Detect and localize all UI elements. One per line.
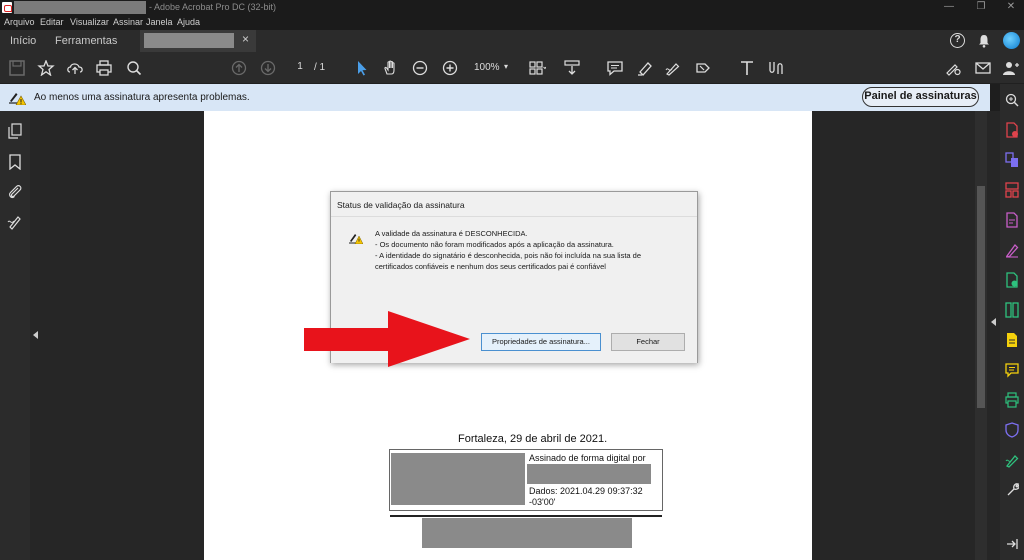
minimize-button[interactable]: — xyxy=(934,0,964,15)
sign-icon[interactable] xyxy=(664,60,682,76)
signatures-panel-icon[interactable] xyxy=(7,214,23,230)
hand-icon[interactable] xyxy=(382,60,400,76)
collapse-rail-icon[interactable] xyxy=(1005,536,1019,552)
bell-icon[interactable] xyxy=(977,34,991,48)
window-title: - Adobe Acrobat Pro DC (32-bit) xyxy=(149,2,277,12)
scrollbar-thumb[interactable] xyxy=(977,186,985,408)
close-button[interactable]: Fechar xyxy=(611,333,685,351)
menu-assinar[interactable]: Assinar xyxy=(113,17,143,27)
signature-notice-bar: Ao menos uma assinatura apresenta proble… xyxy=(0,84,990,111)
redacted-filename xyxy=(14,1,146,14)
menu-janela[interactable]: Janela xyxy=(146,17,173,27)
acrobat-logo-icon xyxy=(2,2,12,13)
signature-properties-button[interactable]: Propriedades de assinatura... xyxy=(481,333,601,351)
comment-icon[interactable] xyxy=(606,60,624,76)
left-sidebar xyxy=(0,111,30,560)
redacted-doc-name xyxy=(144,33,234,48)
menu-ajuda[interactable]: Ajuda xyxy=(177,17,200,27)
chevron-left-icon xyxy=(991,318,996,326)
signature-title: Assinado de forma digital por xyxy=(529,453,646,463)
certificates-icon[interactable] xyxy=(1005,452,1019,468)
certificate-line: certificados confiáveis e nenhum dos seu… xyxy=(375,262,606,271)
validity-line: A validade da assinatura é DESCONHECIDA. xyxy=(375,229,528,238)
page-total: / 1 xyxy=(314,62,326,73)
zoom-in-icon[interactable] xyxy=(441,60,459,76)
close-tab-icon[interactable]: × xyxy=(242,32,249,46)
signature-warning-icon xyxy=(349,234,363,244)
mail-icon[interactable] xyxy=(974,60,992,76)
tab-tools[interactable]: Ferramentas xyxy=(55,35,117,47)
viewport-margin-right xyxy=(812,111,975,560)
select-cursor-icon[interactable] xyxy=(352,60,370,76)
viewport-margin-left xyxy=(42,111,204,560)
zoom-search-icon[interactable] xyxy=(1005,92,1019,108)
link-sign-icon[interactable] xyxy=(944,60,962,76)
next-page-icon[interactable] xyxy=(259,60,277,76)
close-window-button[interactable]: ✕ xyxy=(996,0,1024,15)
redacted-signer-name xyxy=(527,464,651,484)
zoom-out-icon[interactable] xyxy=(411,60,429,76)
signature-warning-icon xyxy=(9,93,26,105)
add-user-icon[interactable] xyxy=(1002,60,1020,76)
menu-bar: Arquivo Editar Visualizar Assinar Janela… xyxy=(0,15,1024,30)
signature-rule xyxy=(390,515,662,517)
scan-ocr-icon[interactable] xyxy=(1005,272,1019,288)
notice-text: Ao menos uma assinatura apresenta proble… xyxy=(34,92,250,103)
page-thumbnails-icon[interactable] xyxy=(7,123,23,139)
bookmark-icon[interactable] xyxy=(7,154,23,170)
cloud-upload-icon[interactable] xyxy=(66,60,84,76)
comment-tool-icon[interactable] xyxy=(1005,362,1019,378)
compare-files-icon[interactable] xyxy=(1005,302,1019,318)
zoom-level: 100% xyxy=(474,62,500,73)
zoom-level-select[interactable]: 100% ▾ xyxy=(468,62,516,76)
attachment-icon[interactable] xyxy=(7,184,23,200)
signature-date: Dados: 2021.04.29 09:37:32 -03'00' xyxy=(529,486,643,507)
create-pdf-icon[interactable] xyxy=(1005,122,1019,138)
menu-arquivo[interactable]: Arquivo xyxy=(4,17,35,27)
export-pdf-icon[interactable] xyxy=(1005,212,1019,228)
menu-editar[interactable]: Editar xyxy=(40,17,64,27)
protect-icon[interactable] xyxy=(1005,422,1019,438)
organize-pages-icon[interactable] xyxy=(1005,182,1019,198)
signature-panel-button[interactable]: Painel de assinaturas xyxy=(862,87,979,107)
more-tools-icon[interactable] xyxy=(1005,482,1019,498)
redacted-signature-image xyxy=(391,453,525,505)
save-icon[interactable] xyxy=(8,60,26,76)
fill-forms-icon[interactable] xyxy=(1005,332,1019,348)
add-text-icon[interactable] xyxy=(738,60,756,76)
tab-home[interactable]: Início xyxy=(10,35,36,47)
print-production-icon[interactable] xyxy=(1005,392,1019,408)
find-icon[interactable] xyxy=(125,60,143,76)
right-panel-toggle[interactable] xyxy=(987,111,1000,560)
scroll-mode-icon[interactable] xyxy=(563,60,581,76)
stamp-icon[interactable] xyxy=(767,60,785,76)
identity-line: - A identidade do signatário é desconhec… xyxy=(375,251,642,260)
tab-bar: Início Ferramentas × xyxy=(0,30,1024,52)
title-bar: - Adobe Acrobat Pro DC (32-bit) — ❐ ✕ xyxy=(0,0,1024,15)
tab-document[interactable]: × xyxy=(140,30,256,52)
redacted-signer-block xyxy=(422,518,632,548)
print-icon[interactable] xyxy=(95,60,113,76)
menu-visualizar[interactable]: Visualizar xyxy=(70,17,109,27)
edit-pdf-icon[interactable] xyxy=(1005,242,1019,258)
restore-button[interactable]: ❐ xyxy=(966,0,996,15)
help-icon[interactable]: ? xyxy=(950,33,965,48)
modification-line: - Os documento não foram modificados apó… xyxy=(375,240,614,249)
left-panel-toggle[interactable] xyxy=(30,111,42,560)
combine-files-icon[interactable] xyxy=(1005,152,1019,168)
right-tools-rail xyxy=(1000,84,1024,560)
dialog-title: Status de validação da assinatura xyxy=(337,200,465,210)
document-city-date: Fortaleza, 29 de abril de 2021. xyxy=(458,433,608,445)
highlight-icon[interactable] xyxy=(636,60,654,76)
star-icon[interactable] xyxy=(37,59,55,77)
red-arrow-icon xyxy=(304,311,470,367)
digital-signature-field[interactable]: Assinado de forma digital por Dados: 202… xyxy=(389,449,663,511)
chevron-left-icon xyxy=(33,331,38,339)
chevron-down-icon: ▾ xyxy=(504,62,509,71)
page-display-icon[interactable] xyxy=(528,60,547,76)
avatar[interactable] xyxy=(1003,32,1020,49)
previous-page-icon[interactable] xyxy=(230,60,248,76)
fill-sign-icon[interactable] xyxy=(694,60,712,76)
page-number-input[interactable]: 1 xyxy=(290,61,310,75)
